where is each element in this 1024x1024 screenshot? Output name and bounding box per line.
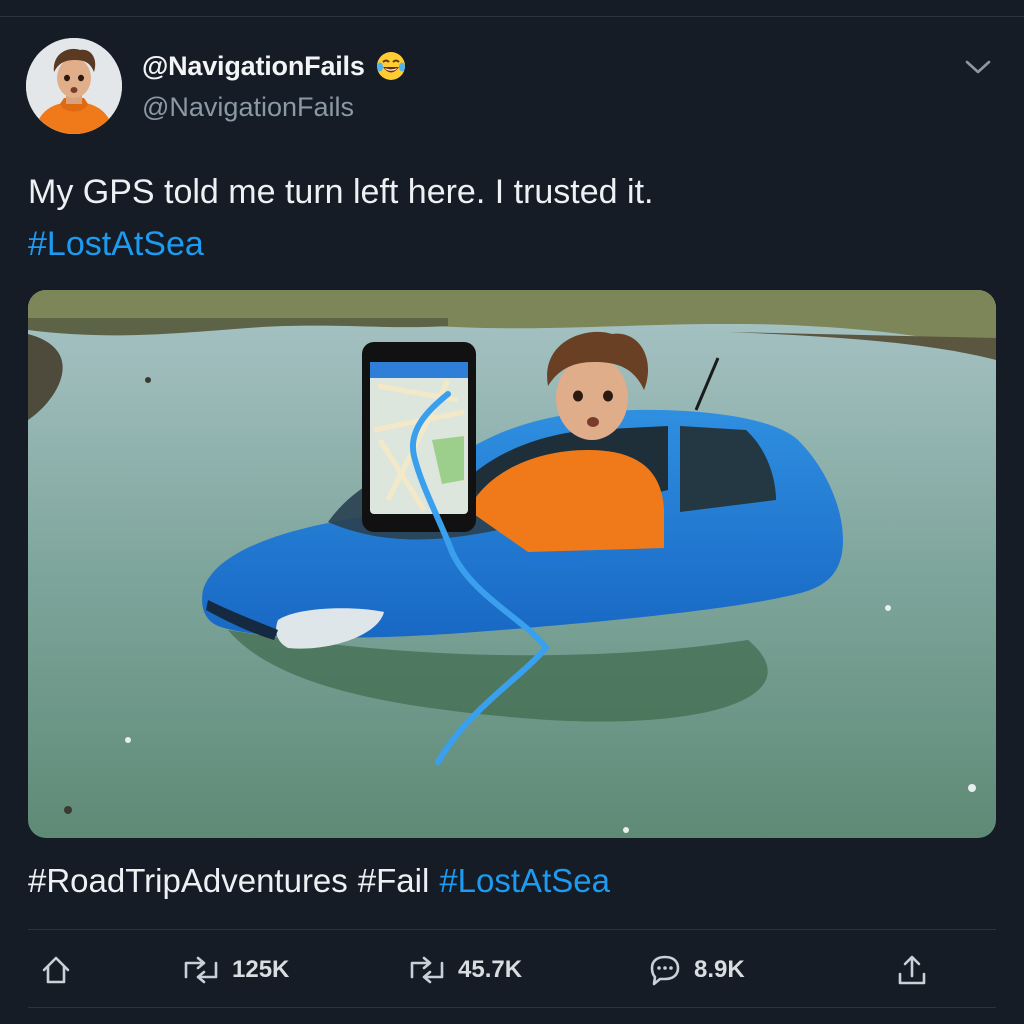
tweet-card: @NavigationFails @NavigationFails My GPS… bbox=[0, 0, 1024, 1024]
quote-retweet-icon bbox=[410, 956, 444, 984]
laughing-tears-emoji-icon bbox=[376, 52, 405, 80]
share-icon bbox=[898, 955, 926, 985]
flooded-car-photo bbox=[28, 290, 996, 838]
avatar-image bbox=[26, 38, 122, 134]
share-button[interactable] bbox=[894, 950, 930, 990]
actions-divider-bottom bbox=[28, 1007, 996, 1008]
quote-count: 45.7K bbox=[458, 956, 523, 983]
retweet-count: 125K bbox=[232, 956, 290, 983]
avatar[interactable] bbox=[26, 38, 122, 134]
retweet-button[interactable]: 125K bbox=[180, 950, 289, 990]
quote-retweet-button[interactable]: 45.7K bbox=[406, 950, 522, 990]
hashtag-roadtripadventures[interactable]: #RoadTripAdventures bbox=[28, 862, 348, 899]
display-name-text: @NavigationFails bbox=[142, 50, 365, 81]
reply-count: 8.9K bbox=[694, 956, 745, 983]
hashtag-lostatsea[interactable]: #LostAtSea bbox=[439, 862, 610, 899]
actions-divider-top bbox=[28, 929, 996, 930]
footer-hashtags: #RoadTripAdventures #Fail #LostAtSea bbox=[28, 862, 620, 900]
handle[interactable]: @NavigationFails bbox=[142, 92, 354, 123]
tweet-text-line: My GPS told me turn left here. I trusted… bbox=[28, 173, 654, 211]
home-button[interactable] bbox=[38, 950, 74, 990]
hashtag-link[interactable]: #LostAtSea bbox=[28, 218, 988, 270]
display-name[interactable]: @NavigationFails bbox=[142, 50, 407, 82]
home-icon bbox=[42, 956, 70, 984]
tweet-media-image[interactable] bbox=[28, 290, 996, 838]
more-options-button[interactable] bbox=[960, 52, 996, 82]
top-divider bbox=[0, 16, 1024, 17]
reply-button[interactable]: 8.9K bbox=[646, 950, 745, 990]
retweet-icon bbox=[184, 956, 218, 984]
chevron-down-icon bbox=[965, 60, 991, 74]
tweet-text: My GPS told me turn left here. I trusted… bbox=[28, 166, 988, 270]
hashtag-fail[interactable]: #Fail bbox=[358, 862, 430, 899]
reply-icon bbox=[650, 955, 680, 986]
